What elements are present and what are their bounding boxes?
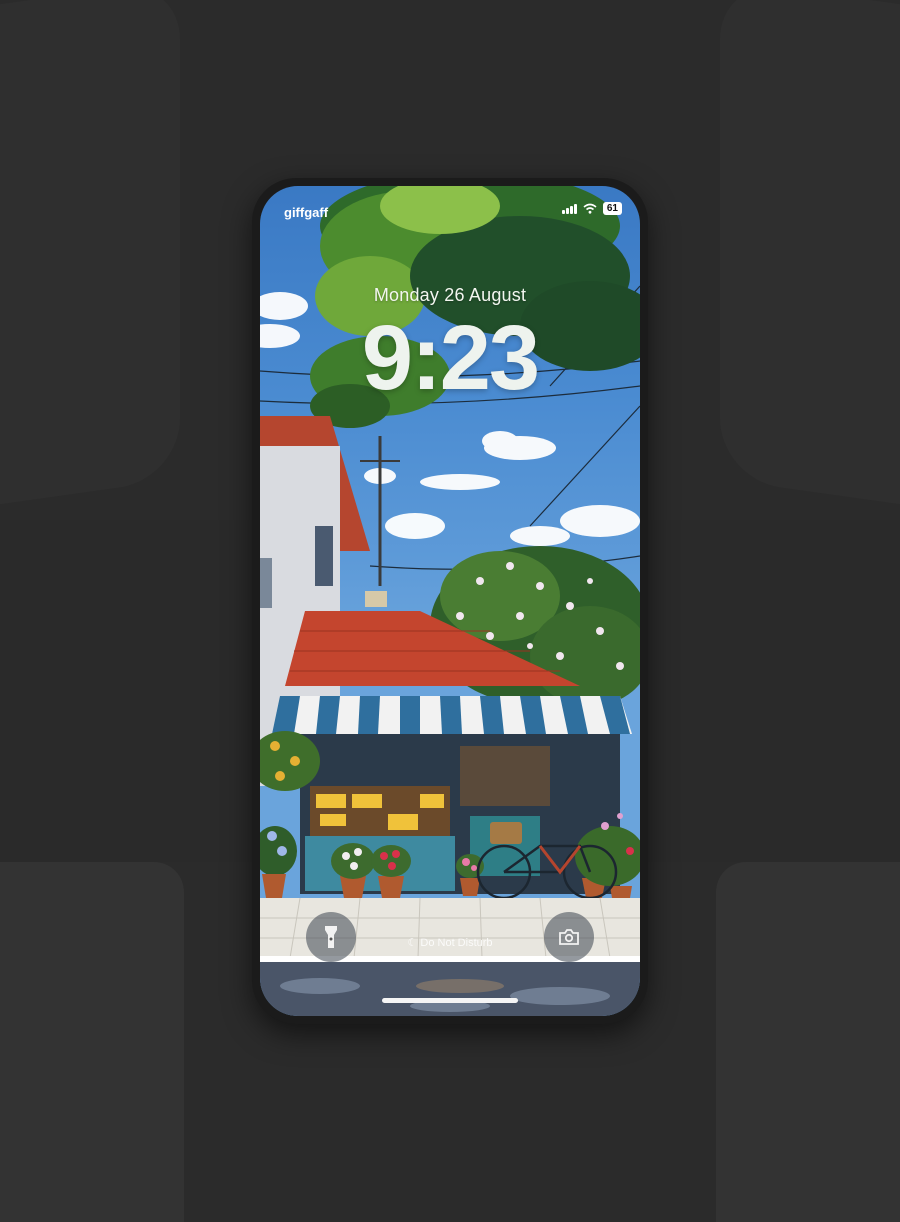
phone-frame: giffgaff 61 Monday 26 August 9:23 ☾ Do N… [252,178,648,1024]
battery-indicator: 61 [602,202,622,215]
home-indicator[interactable] [382,998,518,1003]
moon-icon: ☾ [407,937,421,949]
focus-label: Do Not Disturb [420,937,493,949]
status-indicators: 61 [561,202,622,215]
backdrop-shape-left [0,0,180,522]
lock-date: Monday 26 August [373,285,527,305]
backdrop-block-right [716,862,900,1222]
carrier-label: giffgaff [284,205,329,220]
camera-icon [559,929,579,945]
camera-button[interactable] [544,912,594,962]
lock-time: 9:23 [361,307,540,409]
signal-bars-icon [561,203,577,214]
backdrop-block-left [0,862,184,1222]
wifi-icon [583,203,597,214]
backdrop-shape-right [720,0,900,522]
lock-screen[interactable]: giffgaff 61 Monday 26 August 9:23 ☾ Do N… [260,186,640,1016]
